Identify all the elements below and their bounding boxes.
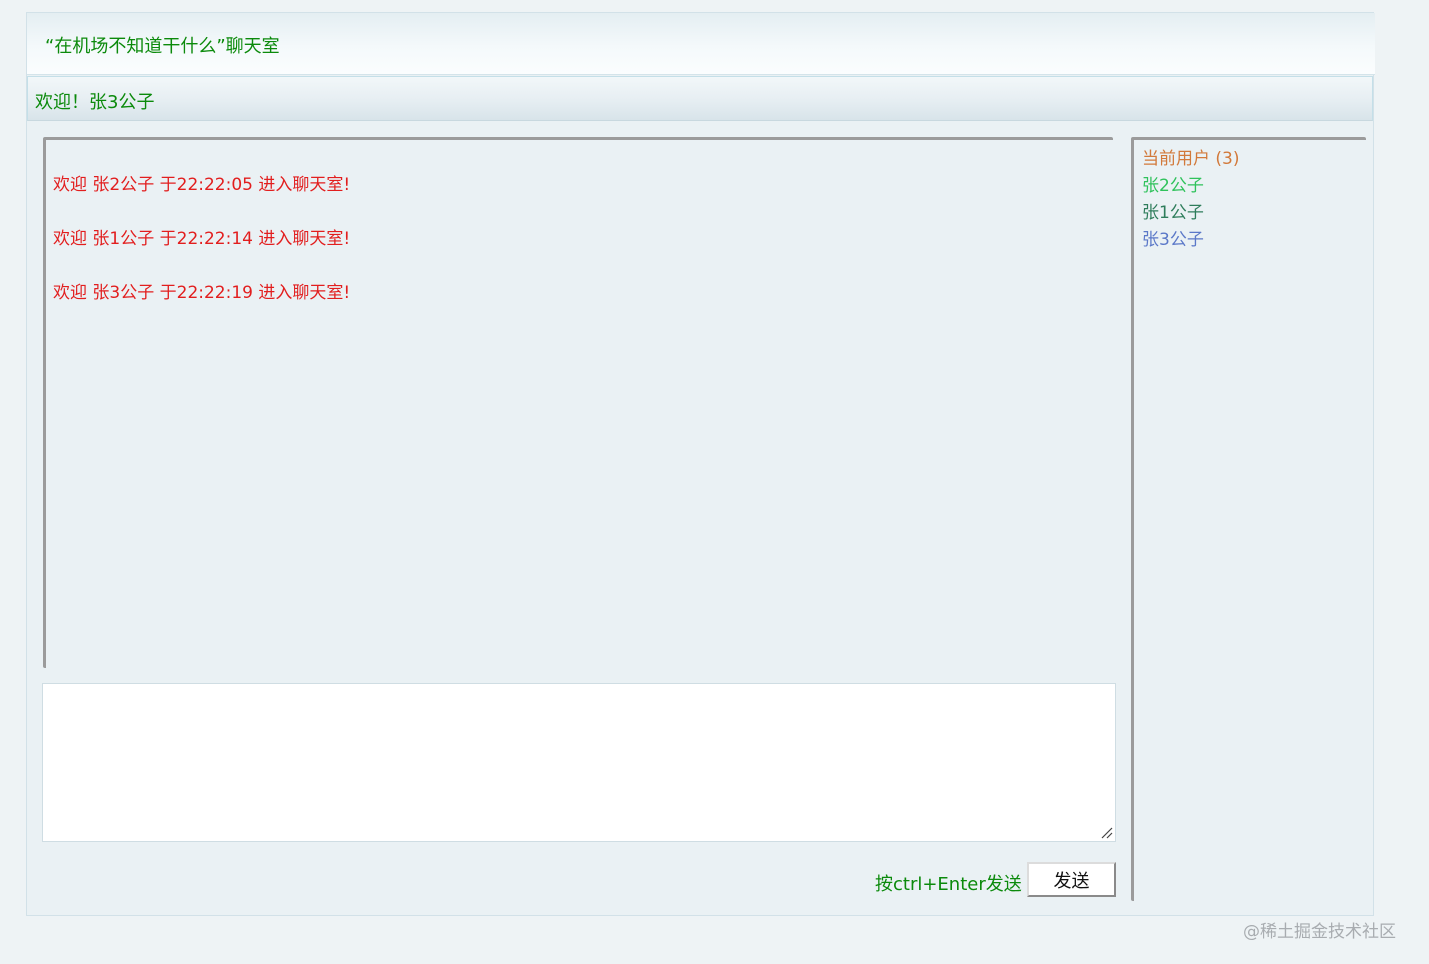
user-item[interactable]: 张2公子 bbox=[1142, 171, 1204, 196]
resize-grip-icon[interactable] bbox=[1101, 827, 1113, 839]
message-item: 欢迎 张1公子 于22:22:14 进入聊天室! bbox=[53, 229, 351, 249]
page-title: “在机场不知道干什么”聊天室 bbox=[45, 36, 280, 57]
message-input[interactable] bbox=[42, 683, 1116, 842]
user-item[interactable]: 张3公子 bbox=[1142, 225, 1204, 250]
user-item[interactable]: 张1公子 bbox=[1142, 198, 1204, 223]
chat-room-window: “在机场不知道干什么”聊天室 欢迎！张3公子 欢迎 张2公子 于22:22:05… bbox=[26, 12, 1375, 916]
welcome-bar: 欢迎！张3公子 bbox=[27, 76, 1373, 121]
message-item: 欢迎 张3公子 于22:22:19 进入聊天室! bbox=[53, 283, 351, 303]
watermark: @稀土掘金技术社区 bbox=[1243, 922, 1396, 942]
users-header: 当前用户 (3) bbox=[1142, 149, 1240, 169]
message-item: 欢迎 张2公子 于22:22:05 进入聊天室! bbox=[53, 175, 351, 195]
send-shortcut-hint: 按ctrl+Enter发送 bbox=[875, 874, 1022, 895]
users-panel: 当前用户 (3) 张2公子 张1公子 张3公子 bbox=[1131, 137, 1366, 901]
message-area[interactable]: 欢迎 张2公子 于22:22:05 进入聊天室! 欢迎 张1公子 于22:22:… bbox=[43, 137, 1113, 668]
title-bar: “在机场不知道干什么”聊天室 bbox=[27, 13, 1375, 75]
welcome-text: 欢迎！张3公子 bbox=[35, 92, 155, 113]
send-button[interactable]: 发送 bbox=[1027, 862, 1116, 897]
